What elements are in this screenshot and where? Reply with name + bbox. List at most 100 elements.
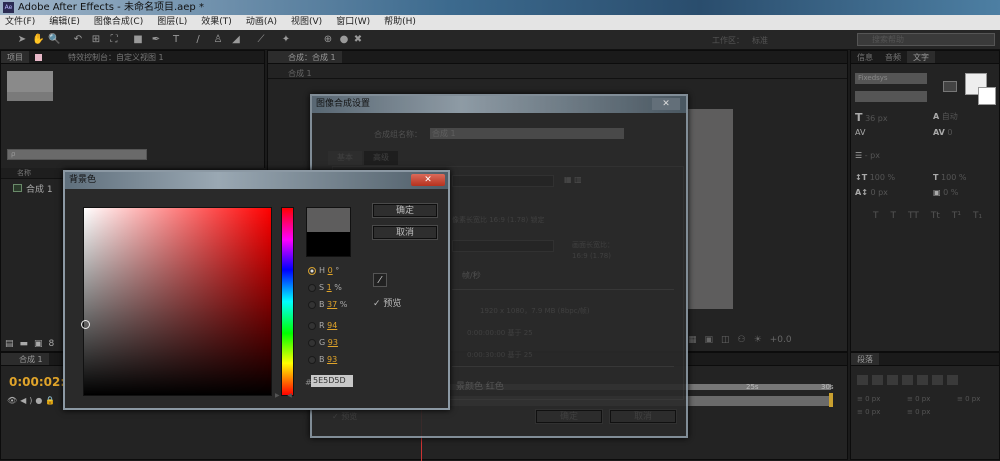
close-icon[interactable]: ✕ bbox=[652, 98, 680, 110]
justify-all-icon[interactable] bbox=[947, 375, 958, 385]
menu-animation[interactable]: 动画(A) bbox=[246, 15, 277, 30]
list-item[interactable]: 合成 1 bbox=[13, 182, 53, 195]
green-value[interactable]: 93 bbox=[328, 338, 338, 347]
space-after-value[interactable]: 0 px bbox=[915, 408, 930, 416]
tab-info[interactable]: 信息 bbox=[851, 51, 879, 63]
saturation-brightness-field[interactable] bbox=[83, 207, 272, 396]
comp-canvas[interactable] bbox=[688, 109, 733, 309]
menu-composition[interactable]: 图像合成(C) bbox=[94, 15, 143, 30]
cancel-button[interactable]: 取消 bbox=[372, 225, 438, 240]
search-help-input[interactable]: 搜索帮助 bbox=[857, 33, 995, 46]
tab-composition[interactable]: 合成：合成 1 bbox=[268, 51, 342, 63]
color-cursor[interactable] bbox=[81, 320, 90, 329]
camera-tool-icon[interactable]: ⊞ bbox=[90, 34, 102, 46]
superscript-button[interactable]: T¹ bbox=[952, 211, 961, 221]
brush-tool-icon[interactable]: / bbox=[192, 34, 204, 46]
menu-layer[interactable]: 图层(L) bbox=[157, 15, 187, 30]
hue-slider[interactable] bbox=[281, 207, 294, 396]
horizontal-scale-value[interactable]: 100 % bbox=[941, 173, 966, 182]
small-caps-button[interactable]: Tt bbox=[931, 211, 940, 221]
preview-checkbox[interactable]: ✓ 预览 bbox=[332, 411, 357, 422]
preview-checkbox[interactable]: ✓ 预览 bbox=[373, 296, 401, 309]
font-style-select[interactable] bbox=[855, 91, 927, 102]
project-search-input[interactable]: ρ bbox=[7, 149, 147, 160]
rotate-tool-icon[interactable]: ↶ bbox=[72, 34, 84, 46]
brightness-value[interactable]: 37 bbox=[327, 300, 337, 309]
menu-edit[interactable]: 编辑(E) bbox=[49, 15, 80, 30]
close-icon[interactable]: ✕ bbox=[411, 174, 445, 186]
comp-name-input[interactable]: 合成 1 bbox=[430, 128, 624, 139]
world-axis-icon[interactable]: ● bbox=[338, 34, 350, 46]
puppet-tool-icon[interactable]: ✦ bbox=[280, 34, 292, 46]
blue-value[interactable]: 93 bbox=[327, 355, 337, 364]
font-family-select[interactable]: Fixedsys bbox=[855, 73, 927, 84]
blue-radio[interactable] bbox=[308, 355, 316, 364]
align-left-icon[interactable] bbox=[857, 375, 868, 385]
indent-first-value[interactable]: 0 px bbox=[965, 395, 980, 403]
saturation-value[interactable]: 1 bbox=[327, 283, 332, 292]
align-center-icon[interactable] bbox=[872, 375, 883, 385]
black-white-swatch[interactable] bbox=[943, 81, 957, 92]
red-radio[interactable] bbox=[308, 321, 316, 330]
menu-file[interactable]: 文件(F) bbox=[5, 15, 35, 30]
start-timecode[interactable]: 0:00:00:00 基于 25 bbox=[467, 328, 533, 338]
eraser-tool-icon[interactable]: ◢ bbox=[230, 34, 242, 46]
pan-behind-tool-icon[interactable]: ⛶ bbox=[108, 34, 120, 46]
justify-right-icon[interactable] bbox=[932, 375, 943, 385]
red-value[interactable]: 94 bbox=[327, 321, 337, 330]
menu-help[interactable]: 帮助(H) bbox=[384, 15, 416, 30]
hue-field[interactable]: H 0 ° bbox=[308, 266, 339, 275]
justify-left-icon[interactable] bbox=[902, 375, 913, 385]
brightness-field[interactable]: B 37 % bbox=[308, 300, 347, 309]
space-before-value[interactable]: 0 px bbox=[865, 408, 880, 416]
mask-icon[interactable]: ▣ bbox=[705, 335, 714, 345]
clone-tool-icon[interactable]: ♙ bbox=[212, 34, 224, 46]
menu-window[interactable]: 窗口(W) bbox=[336, 15, 370, 30]
faux-italic-button[interactable]: T bbox=[891, 211, 897, 221]
eyedropper-icon[interactable]: ⁄ bbox=[373, 273, 387, 287]
preset-save-delete-icons[interactable]: ▦ ▥ bbox=[564, 175, 582, 184]
hue-slider-handle[interactable]: ▶ ◀ bbox=[275, 392, 300, 399]
faux-bold-button[interactable]: T bbox=[873, 211, 879, 221]
old-color-swatch[interactable] bbox=[306, 232, 351, 257]
hex-input[interactable]: 5E5D5D bbox=[311, 375, 353, 387]
tsume-value[interactable]: 0 % bbox=[943, 188, 958, 197]
green-field[interactable]: G 93 bbox=[308, 338, 338, 347]
duration[interactable]: 0:00:30:00 基于 25 bbox=[467, 350, 533, 360]
saturation-field[interactable]: S 1 % bbox=[308, 283, 342, 292]
hand-tool-icon[interactable]: ✋ bbox=[32, 34, 44, 46]
preset-select[interactable] bbox=[452, 175, 554, 187]
rectangle-tool-icon[interactable]: ■ bbox=[132, 34, 144, 46]
tab-timeline-comp[interactable]: 合成 1 bbox=[1, 353, 49, 365]
workspace-select[interactable]: 标准 bbox=[752, 35, 768, 46]
align-right-icon[interactable] bbox=[887, 375, 898, 385]
justify-center-icon[interactable] bbox=[917, 375, 928, 385]
tab-effect-controls[interactable]: 特效控制台：自定义视图 1 bbox=[48, 51, 170, 63]
saturation-radio[interactable] bbox=[308, 283, 316, 292]
grid-icon[interactable]: ▦ bbox=[688, 335, 697, 345]
pixel-aspect-select[interactable] bbox=[452, 240, 554, 252]
time-end-marker[interactable] bbox=[829, 393, 833, 407]
hue-value[interactable]: 0 bbox=[328, 266, 333, 275]
hue-radio[interactable] bbox=[308, 266, 316, 275]
pen-tool-icon[interactable]: ✒ bbox=[150, 34, 162, 46]
pixel-aspect-lock[interactable]: 像素长宽比 16:9 (1.78) 锁定 bbox=[452, 215, 544, 225]
menu-view[interactable]: 视图(V) bbox=[291, 15, 322, 30]
tab-project[interactable]: 项目 bbox=[1, 51, 29, 63]
baseline-value[interactable]: 0 px bbox=[870, 188, 887, 197]
selection-tool-icon[interactable]: ➤ bbox=[16, 34, 28, 46]
tracking-value[interactable]: 0 bbox=[947, 128, 952, 137]
stroke-width-value[interactable]: - px bbox=[865, 151, 880, 160]
all-caps-button[interactable]: TT bbox=[908, 211, 919, 221]
tab-audio[interactable]: 音频 bbox=[879, 51, 907, 63]
indent-right-value[interactable]: 0 px bbox=[915, 395, 930, 403]
stroke-color-swatch[interactable] bbox=[978, 87, 996, 105]
view-axis-icon[interactable]: ✖ bbox=[352, 34, 364, 46]
green-radio[interactable] bbox=[308, 338, 316, 347]
text-tool-icon[interactable]: T bbox=[170, 34, 182, 46]
snapshot-icon[interactable]: ◫ bbox=[721, 335, 730, 345]
indent-left-value[interactable]: 0 px bbox=[865, 395, 880, 403]
ok-button[interactable]: 确定 bbox=[535, 409, 603, 424]
brightness-radio[interactable] bbox=[308, 300, 316, 309]
interpret-footage-icon[interactable]: ▤ bbox=[5, 339, 14, 349]
